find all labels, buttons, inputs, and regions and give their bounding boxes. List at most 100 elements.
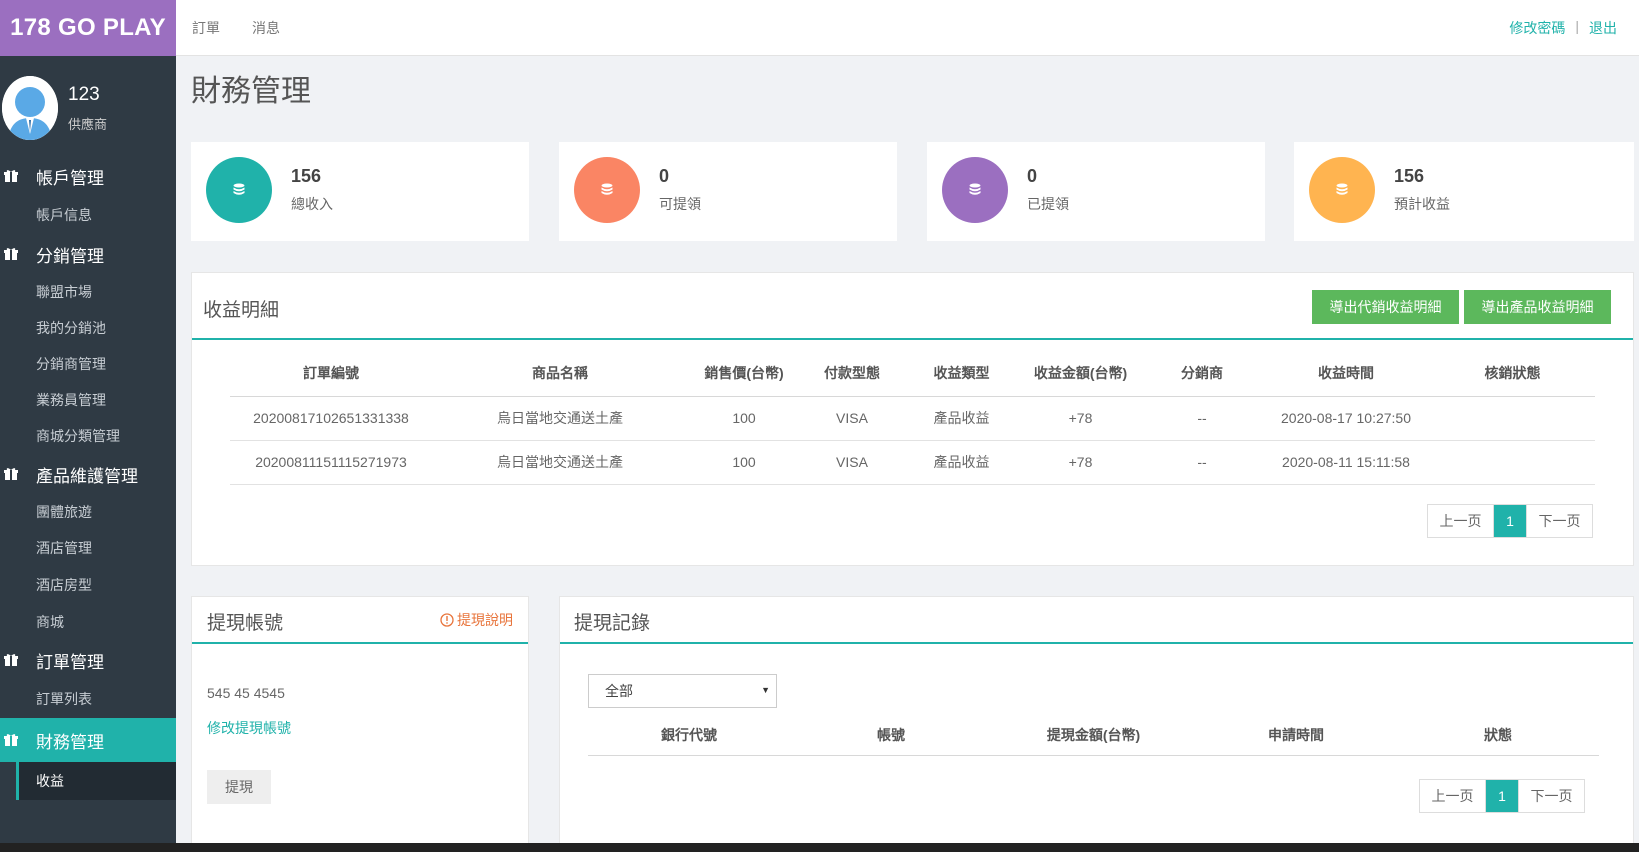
column-header: 收益金額(台幣): [1019, 351, 1142, 397]
gift-icon: [4, 654, 18, 666]
column-header: 收益時間: [1262, 351, 1430, 397]
change-password-link[interactable]: 修改密碼: [1509, 18, 1565, 38]
menu-item-hotel-rooms[interactable]: 酒店房型: [0, 566, 176, 604]
export-product-earnings-button[interactable]: 導出產品收益明細: [1464, 290, 1611, 324]
withdraw-help-link[interactable]: 提現說明: [440, 610, 513, 630]
user-name: 123: [68, 84, 100, 105]
menu-item-my-pool[interactable]: 我的分銷池: [0, 310, 176, 346]
column-header: 核銷狀態: [1430, 351, 1595, 397]
verify-status-cell: [1430, 440, 1595, 485]
sale-price-cell: 100: [688, 440, 800, 485]
info-circle-icon: [440, 613, 454, 627]
withdraw-button[interactable]: 提現: [207, 770, 271, 804]
column-header: 銀行代號: [588, 715, 790, 756]
menu-group-label: 產品維護管理: [36, 466, 138, 486]
verify-status-cell: [1430, 396, 1595, 441]
menu-group-orders[interactable]: 訂單管理: [0, 640, 176, 680]
menu-item-mall[interactable]: 商城: [0, 604, 176, 640]
records-pagination: 上一页 1 下一页: [1419, 779, 1585, 813]
database-icon: [206, 157, 272, 223]
menu-item-hotel-management[interactable]: 酒店管理: [0, 530, 176, 566]
top-bar: 訂單 消息 修改密碼 | 退出: [176, 0, 1639, 56]
menu-group-label: 分銷管理: [36, 246, 104, 266]
column-header: 申請時間: [1195, 715, 1397, 756]
menu-item-salesperson-management[interactable]: 業務員管理: [0, 382, 176, 418]
stat-card-withdrawn: 0 已提領: [927, 142, 1265, 241]
brand-logo[interactable]: 178 GO PLAY: [0, 0, 176, 56]
menu-group-product[interactable]: 產品維護管理: [0, 454, 176, 494]
user-role: 供應商: [68, 117, 108, 132]
distributor-cell: --: [1142, 396, 1262, 441]
avatar: [2, 76, 58, 140]
table-row: 20200811151115271973 烏日當地交通送土產 100 VISA …: [230, 440, 1595, 485]
panel-header: 提現帳號 提現說明: [192, 597, 528, 644]
current-page-button[interactable]: 1: [1494, 505, 1526, 537]
gift-icon: [4, 734, 18, 746]
user-profile: 123 供應商: [0, 56, 176, 156]
product-name-cell: 烏日當地交通送土產: [432, 440, 688, 485]
database-icon: [942, 157, 1008, 223]
sale-price-cell: 100: [688, 396, 800, 441]
column-header: 狀態: [1397, 715, 1599, 756]
menu-group-distribution[interactable]: 分銷管理: [0, 234, 176, 274]
withdraw-records-panel: 提現記錄 全部 ▼ 銀行代號 帳號 提現金額(台幣) 申請時間 狀態 上一页 1…: [559, 596, 1634, 852]
stat-label: 總收入: [291, 196, 333, 212]
earning-type-cell: 產品收益: [904, 440, 1019, 485]
menu-item-alliance-market[interactable]: 聯盟市場: [0, 274, 176, 310]
menu-item-account-info[interactable]: 帳戶信息: [0, 196, 176, 234]
logout-link[interactable]: 退出: [1589, 18, 1617, 38]
edit-withdraw-account-link[interactable]: 修改提現帳號: [207, 718, 291, 738]
menu-group-account[interactable]: 帳戶管理: [0, 156, 176, 196]
gift-icon: [4, 468, 18, 480]
column-header: 銷售價(台幣): [688, 351, 800, 397]
export-agent-earnings-button[interactable]: 導出代銷收益明細: [1312, 290, 1459, 324]
current-page-button[interactable]: 1: [1486, 780, 1518, 812]
top-nav: 訂單 消息: [192, 18, 280, 38]
stat-label: 可提領: [659, 196, 701, 212]
database-icon: [574, 157, 640, 223]
stat-label: 預計收益: [1394, 196, 1450, 212]
nav-messages[interactable]: 消息: [252, 18, 280, 38]
menu-group-label: 帳戶管理: [36, 168, 104, 188]
panel-title: 收益明細: [203, 300, 280, 321]
earning-type-cell: 產品收益: [904, 396, 1019, 441]
menu-group-finance[interactable]: 財務管理: [0, 718, 176, 762]
account-number: 545 45 4545: [207, 685, 285, 701]
stat-label: 已提領: [1027, 196, 1069, 212]
payment-type-cell: VISA: [800, 396, 904, 441]
column-header: 帳號: [790, 715, 992, 756]
menu-group-label: 財務管理: [36, 732, 104, 752]
next-page-button[interactable]: 下一页: [1518, 780, 1584, 812]
prev-page-button[interactable]: 上一页: [1428, 505, 1494, 537]
caret-down-icon: ▼: [761, 685, 770, 695]
table-row: 20200817102651331338 烏日當地交通送土產 100 VISA …: [230, 396, 1595, 441]
column-header: 分銷商: [1142, 351, 1262, 397]
menu-item-group-travel[interactable]: 團體旅遊: [0, 494, 176, 530]
status-filter-value: 全部: [605, 683, 633, 699]
prev-page-button[interactable]: 上一页: [1420, 780, 1486, 812]
earnings-panel: 收益明細 導出代銷收益明細 導出產品收益明細 訂單編號 商品名稱 銷售價(台幣)…: [191, 272, 1634, 566]
table-header-row: 銀行代號 帳號 提現金額(台幣) 申請時間 狀態: [588, 715, 1599, 756]
earnings-pagination: 上一页 1 下一页: [1427, 504, 1593, 538]
withdraw-records-table: 銀行代號 帳號 提現金額(台幣) 申請時間 狀態: [588, 715, 1599, 756]
stat-card-withdrawable: 0 可提領: [559, 142, 897, 241]
stat-card-total-income: 156 總收入: [191, 142, 529, 241]
menu-item-earnings[interactable]: 收益: [16, 762, 176, 800]
stat-value: 156: [291, 166, 322, 186]
next-page-button[interactable]: 下一页: [1526, 505, 1592, 537]
panel-title: 提現帳號: [207, 613, 284, 634]
earning-time-cell: 2020-08-17 10:27:50: [1262, 396, 1430, 441]
product-name-cell: 烏日當地交通送土產: [432, 396, 688, 441]
user-actions: 修改密碼 | 退出: [1509, 18, 1617, 38]
menu-item-distributor-management[interactable]: 分銷商管理: [0, 346, 176, 382]
payment-type-cell: VISA: [800, 440, 904, 485]
sidebar: 178 GO PLAY 123 供應商 帳戶管理 帳戶信息 分銷管理 聯盟市場 …: [0, 0, 176, 852]
nav-orders[interactable]: 訂單: [192, 18, 220, 38]
menu-item-order-list[interactable]: 訂單列表: [0, 680, 176, 718]
column-header: 收益類型: [904, 351, 1019, 397]
status-filter-select[interactable]: 全部 ▼: [588, 674, 777, 708]
gift-icon: [4, 248, 18, 260]
menu-item-mall-category[interactable]: 商城分類管理: [0, 418, 176, 454]
separator: |: [1575, 18, 1579, 34]
stat-card-expected-earnings: 156 預計收益: [1294, 142, 1634, 241]
